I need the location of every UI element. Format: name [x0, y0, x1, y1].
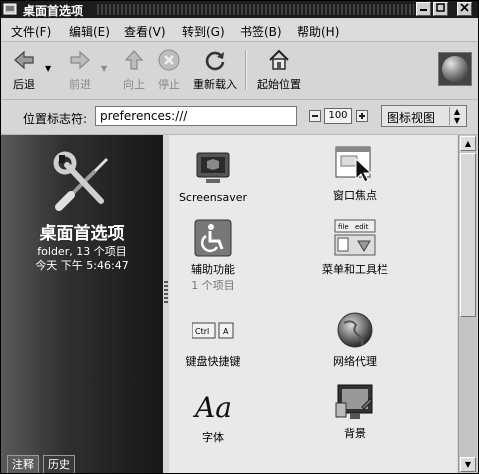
vertical-scrollbar[interactable]: ▲ ▼ — [458, 135, 477, 473]
item-label: Screensaver — [178, 191, 248, 204]
side-pane: 桌面首选项 folder, 13 个项目 今天 下午 5:46:47 注释 历史 — [1, 135, 163, 473]
svg-text:Ctrl: Ctrl — [195, 327, 209, 336]
item-window-focus[interactable]: 窗口焦点 — [285, 145, 425, 203]
minimize-button[interactable] — [416, 2, 431, 16]
throbber — [438, 52, 472, 86]
window-menu-icon[interactable] — [3, 2, 17, 16]
stop-label: 停止 — [158, 78, 180, 91]
window-cursor-icon — [335, 146, 373, 183]
tools-icon — [53, 151, 109, 211]
scroll-down-button[interactable]: ▼ — [460, 457, 476, 472]
title-grip — [97, 4, 414, 15]
pane-resize-handle[interactable] — [164, 279, 168, 303]
item-label: 窗口焦点 — [333, 189, 377, 202]
menu-edit[interactable]: 编辑(E) — [69, 23, 110, 40]
activity-sphere-icon — [442, 56, 468, 82]
title-bar[interactable]: 桌面首选项 — [1, 1, 478, 18]
wheelchair-icon — [194, 219, 232, 257]
forward-label: 前进 — [69, 78, 91, 91]
view-mode-value: 图标视图 — [387, 111, 436, 125]
location-bar: 位置标志符: 100 图标视图 ▲▼ — [1, 100, 478, 135]
minimize-icon — [420, 9, 427, 11]
forward-arrow-icon — [70, 50, 90, 70]
menu-toolbar-icon: file edit — [334, 219, 376, 256]
monitor-icon — [196, 152, 230, 183]
home-label: 起始位置 — [257, 78, 301, 91]
back-history-dropdown[interactable]: ▼ — [45, 64, 51, 73]
svg-text:Aa: Aa — [192, 391, 232, 424]
item-label: 键盘快捷键 — [185, 355, 241, 368]
keyboard-keys-icon: Ctrl A — [192, 322, 234, 339]
stop-button[interactable]: 停止 — [153, 44, 185, 92]
toolbar: 后退 ▼ 前进 ▼ 向上 停止 重新载入 起始位置 — [1, 42, 478, 100]
zoom-out-button[interactable] — [309, 110, 321, 122]
globe-icon — [337, 312, 373, 348]
side-pane-title: 桌面首选项 — [39, 224, 125, 244]
maximize-button[interactable] — [433, 2, 448, 16]
menu-view[interactable]: 查看(V) — [124, 23, 166, 40]
zoom-level[interactable]: 100 — [324, 108, 352, 124]
select-arrows-icon: ▲ ▼ — [449, 107, 464, 125]
item-font[interactable]: Aa 字体 — [169, 387, 283, 445]
tab-notes[interactable]: 注释 — [7, 455, 39, 473]
scroll-thumb[interactable] — [460, 153, 476, 317]
item-background[interactable]: 背景 — [285, 383, 425, 441]
menu-help[interactable]: 帮助(H) — [297, 23, 339, 40]
reload-label: 重新载入 — [193, 78, 237, 91]
window-title: 桌面首选项 — [23, 4, 84, 18]
back-button[interactable]: 后退 — [7, 44, 41, 92]
svg-text:A: A — [223, 327, 229, 336]
icon-view: Screensaver 窗口焦点 辅助功能 1 个项目 file edit 菜单… — [169, 135, 457, 473]
back-arrow-icon — [14, 50, 34, 70]
item-menus-toolbars[interactable]: file edit 菜单和工具栏 — [285, 219, 425, 277]
forward-history-dropdown[interactable]: ▼ — [101, 64, 107, 73]
item-label: 字体 — [202, 431, 224, 444]
up-arrow-icon — [124, 50, 144, 70]
menu-go[interactable]: 转到(G) — [182, 23, 225, 40]
picture-icon — [335, 384, 373, 419]
svg-text:file: file — [338, 223, 349, 231]
item-keyboard-shortcuts[interactable]: Ctrl A 键盘快捷键 — [169, 311, 283, 369]
zoom-in-button[interactable] — [356, 110, 368, 122]
up-button[interactable]: 向上 — [119, 44, 149, 92]
item-sublabel: 1 个项目 — [191, 279, 235, 292]
toolbar-separator — [245, 50, 247, 90]
stop-icon — [158, 49, 180, 71]
location-label: 位置标志符: — [23, 112, 88, 126]
close-icon — [460, 3, 469, 12]
back-label: 后退 — [13, 78, 35, 91]
maximize-icon — [436, 3, 445, 12]
item-label: 辅助功能 — [191, 263, 235, 276]
home-icon — [269, 49, 289, 70]
forward-button[interactable]: 前进 — [63, 44, 97, 92]
close-button[interactable] — [457, 2, 472, 16]
svg-text:edit: edit — [355, 223, 369, 231]
home-button[interactable]: 起始位置 — [253, 44, 305, 92]
font-icon: Aa — [192, 391, 232, 424]
location-input[interactable] — [95, 106, 297, 126]
menu-bar: 文件(F) 编辑(E) 查看(V) 转到(G) 书签(B) 帮助(H) — [1, 19, 478, 42]
item-label: 菜单和工具栏 — [322, 263, 388, 276]
item-network-proxy[interactable]: 网络代理 — [285, 311, 425, 369]
up-label: 向上 — [123, 78, 145, 91]
menu-bookmarks[interactable]: 书签(B) — [240, 23, 282, 40]
item-accessibility[interactable]: 辅助功能 1 个项目 — [169, 219, 283, 293]
item-screensaver[interactable]: Screensaver — [169, 149, 283, 204]
reload-icon — [205, 51, 225, 71]
item-label: 背景 — [344, 427, 366, 440]
side-pane-date: 今天 下午 5:46:47 — [35, 259, 129, 272]
menu-file[interactable]: 文件(F) — [11, 23, 51, 40]
file-manager-window: 桌面首选项 文件(F) 编辑(E) 查看(V) 转到(G) 书签(B) 帮助(H… — [0, 0, 479, 474]
reload-button[interactable]: 重新载入 — [189, 44, 241, 92]
view-mode-select[interactable]: 图标视图 ▲ ▼ — [381, 105, 467, 127]
item-label: 网络代理 — [333, 355, 377, 368]
scroll-up-button[interactable]: ▲ — [460, 136, 476, 151]
tab-history[interactable]: 历史 — [43, 455, 75, 473]
